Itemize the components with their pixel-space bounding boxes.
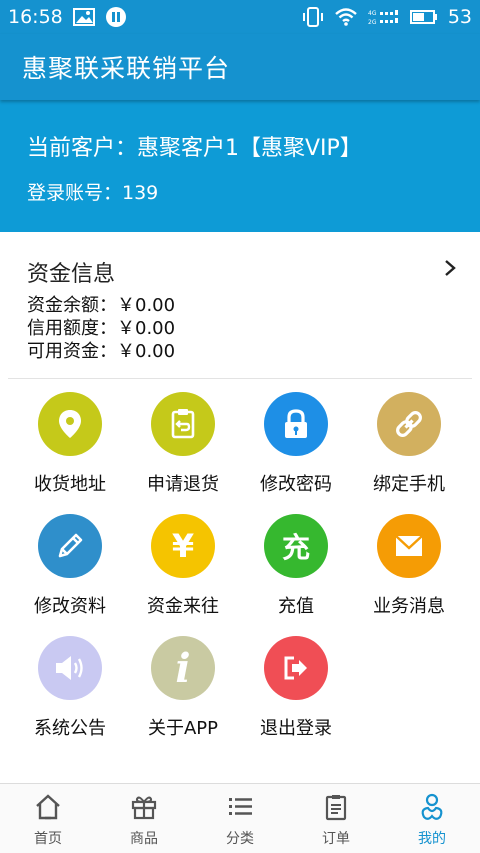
- menu-item-edit-profile[interactable]: 修改资料: [10, 510, 130, 630]
- recharge-icon: 充: [264, 514, 328, 578]
- page-title: 惠聚联采联销平台: [22, 54, 231, 83]
- info-icon: i: [151, 636, 215, 700]
- menu-item-label: 关于APP: [147, 718, 219, 739]
- menu-item-announcements[interactable]: 系统公告: [10, 632, 130, 752]
- recharge-glyph: 充: [281, 531, 310, 564]
- menu-item-label: 申请退货: [147, 474, 219, 495]
- menu-item-recharge[interactable]: 充 充值: [236, 510, 356, 630]
- status-left: 16:58: [8, 6, 127, 28]
- info-glyph: i: [175, 644, 191, 692]
- image-icon: [72, 8, 95, 26]
- menu-item-label: 退出登录: [260, 718, 332, 739]
- menu-item-apply-return[interactable]: 申请退货: [123, 388, 243, 508]
- login-account: 登录账号：139: [27, 182, 159, 204]
- nav-item-products[interactable]: 商品: [96, 784, 192, 853]
- order-icon: [321, 792, 351, 822]
- nav-label: 商品: [130, 831, 158, 847]
- menu-item-label: 绑定手机: [373, 474, 445, 495]
- status-bar: 16:58 4G 2G 53: [0, 0, 480, 34]
- menu-item-about-app[interactable]: i 关于APP: [123, 632, 243, 752]
- profile-icon: [417, 792, 447, 822]
- yuan-glyph: ¥: [171, 527, 195, 565]
- status-right: 4G 2G 53: [302, 6, 472, 28]
- menu-item-bind-phone[interactable]: 绑定手机: [349, 388, 469, 508]
- return-clipboard-icon: [151, 392, 215, 456]
- menu-item-label: 业务消息: [373, 596, 445, 617]
- pause-icon: [105, 6, 127, 28]
- menu-item-logout[interactable]: 退出登录: [236, 632, 356, 752]
- nav-item-mine[interactable]: 我的: [384, 784, 480, 853]
- battery-level: 53: [447, 6, 472, 28]
- nav-item-categories[interactable]: 分类: [192, 784, 288, 853]
- svg-text:2G: 2G: [368, 19, 377, 26]
- gift-icon: [129, 792, 159, 822]
- signal-icon: 4G 2G: [368, 8, 400, 26]
- menu-item-label: 修改资料: [34, 596, 106, 617]
- home-icon: [33, 792, 63, 822]
- nav-label: 首页: [34, 831, 62, 847]
- nav-label: 分类: [226, 831, 254, 847]
- chevron-right-icon[interactable]: [442, 258, 458, 278]
- customer-panel: 当前客户：惠聚客户1【惠聚VIP】 登录账号：139: [0, 100, 480, 232]
- vibrate-icon: [302, 6, 324, 28]
- menu-item-label: 修改密码: [260, 474, 332, 495]
- nav-label: 订单: [322, 831, 350, 847]
- app-header: 惠聚联采联销平台: [0, 34, 480, 100]
- current-customer: 当前客户：惠聚客户1【惠聚VIP】: [27, 136, 362, 161]
- menu-item-change-password[interactable]: 修改密码: [236, 388, 356, 508]
- wifi-icon: [334, 7, 358, 27]
- link-icon: [377, 392, 441, 456]
- battery-icon: [409, 9, 438, 25]
- nav-item-orders[interactable]: 订单: [288, 784, 384, 853]
- yuan-icon: ¥: [151, 514, 215, 578]
- menu-item-business-message[interactable]: 业务消息: [349, 510, 469, 630]
- fund-info-title: 资金信息: [27, 262, 116, 287]
- speaker-icon: [38, 636, 102, 700]
- menu-item-fund-flow[interactable]: ¥ 资金来往: [123, 510, 243, 630]
- menu-item-shipping-address[interactable]: 收货地址: [10, 388, 130, 508]
- fund-available: 可用资金：￥0.00: [27, 341, 176, 362]
- svg-text:4G: 4G: [368, 10, 377, 17]
- lock-icon: [264, 392, 328, 456]
- bottom-nav: 首页 商品 分类 订单 我的: [0, 783, 480, 853]
- pencil-icon: [38, 514, 102, 578]
- menu-item-label: 系统公告: [34, 718, 106, 739]
- status-time: 16:58: [8, 6, 63, 28]
- nav-label: 我的: [418, 831, 446, 847]
- nav-item-home[interactable]: 首页: [0, 784, 96, 853]
- menu-item-label: 收货地址: [34, 474, 106, 495]
- fund-info-section[interactable]: 资金信息 资金余额：￥0.00 信用额度：￥0.00 可用资金：￥0.00: [0, 232, 480, 380]
- location-icon: [38, 392, 102, 456]
- menu-item-label: 充值: [278, 596, 314, 617]
- fund-credit-limit: 信用额度：￥0.00: [27, 318, 176, 339]
- menu-item-label: 资金来往: [147, 596, 219, 617]
- fund-balance: 资金余额：￥0.00: [27, 295, 176, 316]
- divider: [8, 378, 472, 379]
- list-icon: [225, 792, 255, 822]
- logout-icon: [264, 636, 328, 700]
- message-icon: [377, 514, 441, 578]
